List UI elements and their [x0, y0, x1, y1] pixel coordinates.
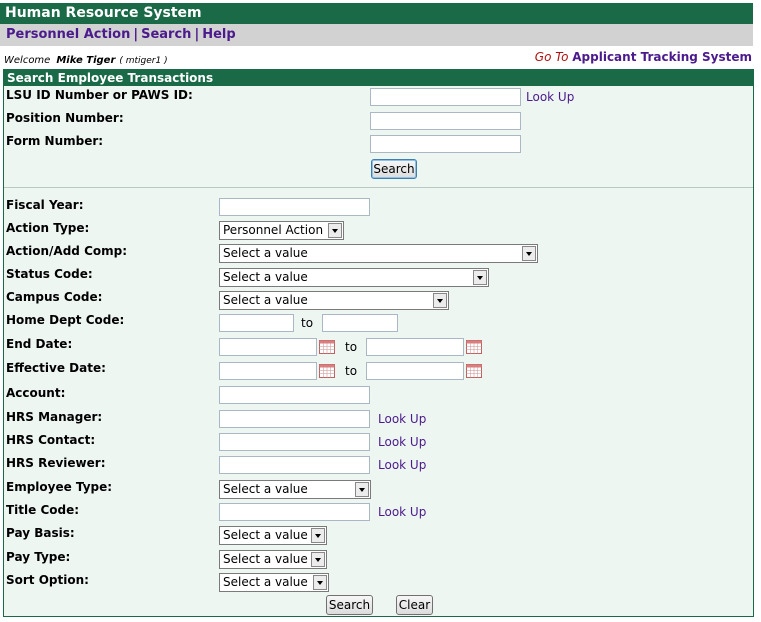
panel-title-bar: Search Employee Transactions: [4, 70, 753, 86]
form-number-label: Form Number:: [6, 134, 104, 148]
campus-code-label: Campus Code:: [6, 290, 103, 304]
end-date-from[interactable]: [219, 338, 317, 356]
position-number-input[interactable]: [370, 112, 521, 130]
status-code-select[interactable]: Select a value: [219, 268, 489, 287]
select-value: Select a value: [223, 270, 308, 284]
action-add-comp-select[interactable]: Select a value: [219, 244, 538, 263]
user-id: ( mtiger1 ): [119, 56, 168, 66]
account-label: Account:: [6, 386, 66, 400]
search-panel: Search Employee Transactions LSU ID Numb…: [3, 69, 754, 617]
section-divider: [4, 187, 753, 188]
calendar-icon[interactable]: [319, 340, 335, 354]
pay-basis-select[interactable]: Select a value: [219, 526, 327, 545]
end-date-to-label: to: [345, 340, 358, 354]
user-name: Mike Tiger: [56, 55, 116, 66]
welcome-label: Welcome: [4, 55, 51, 66]
nav-bar: Personnel Action | Search | Help: [0, 24, 753, 46]
nav-separator: |: [194, 27, 200, 42]
title-code-lookup-link[interactable]: Look Up: [378, 505, 426, 519]
action-type-value: Personnel Action: [223, 223, 324, 237]
nav-separator: |: [133, 27, 139, 42]
select-value: Select a value: [223, 552, 308, 566]
calendar-icon[interactable]: [466, 340, 482, 354]
action-add-comp-label: Action/Add Comp:: [6, 244, 128, 258]
fiscal-year-input[interactable]: [219, 198, 370, 216]
nav-search[interactable]: Search: [141, 27, 191, 42]
select-value: Select a value: [223, 293, 308, 307]
nav-help[interactable]: Help: [202, 27, 235, 42]
employee-type-label: Employee Type:: [6, 480, 113, 494]
chevron-down-icon: [433, 293, 447, 308]
chevron-down-icon: [311, 528, 325, 543]
calendar-icon[interactable]: [466, 364, 482, 378]
end-date-to[interactable]: [366, 338, 464, 356]
hrs-contact-label: HRS Contact:: [6, 433, 96, 447]
sort-option-select[interactable]: Select a value: [219, 573, 329, 592]
hrs-reviewer-label: HRS Reviewer:: [6, 456, 106, 470]
select-value: Select a value: [223, 528, 308, 542]
position-number-label: Position Number:: [6, 111, 124, 125]
chevron-down-icon: [522, 246, 536, 261]
search-button[interactable]: Search: [326, 595, 373, 615]
home-dept-code-label: Home Dept Code:: [6, 313, 125, 327]
status-code-label: Status Code:: [6, 267, 93, 281]
chevron-down-icon: [311, 552, 325, 567]
account-input[interactable]: [219, 386, 370, 404]
calendar-icon[interactable]: [319, 364, 335, 378]
lsu-id-lookup-link[interactable]: Look Up: [526, 90, 574, 104]
welcome-text: Welcome Mike Tiger( mtiger1 ): [4, 55, 168, 66]
chevron-down-icon: [313, 575, 327, 590]
end-date-label: End Date:: [6, 337, 73, 351]
lsu-id-input[interactable]: [370, 88, 521, 106]
action-type-select[interactable]: Personnel Action: [219, 221, 344, 240]
pay-basis-label: Pay Basis:: [6, 526, 75, 540]
hrs-contact-input[interactable]: [219, 433, 370, 451]
home-dept-to: to: [301, 316, 314, 330]
select-value: Select a value: [223, 246, 308, 260]
effective-date-from[interactable]: [219, 362, 317, 380]
select-value: Select a value: [223, 482, 308, 496]
applicant-tracking-link[interactable]: Applicant Tracking System: [572, 50, 752, 64]
hrs-contact-lookup-link[interactable]: Look Up: [378, 435, 426, 449]
hrs-manager-input[interactable]: [219, 410, 370, 428]
effective-date-label: Effective Date:: [6, 361, 106, 375]
clear-button[interactable]: Clear: [396, 595, 433, 615]
hrs-manager-lookup-link[interactable]: Look Up: [378, 412, 426, 426]
hrs-manager-label: HRS Manager:: [6, 410, 103, 424]
pay-type-select[interactable]: Select a value: [219, 550, 327, 569]
title-code-input[interactable]: [219, 503, 370, 521]
chevron-down-icon: [355, 482, 369, 497]
app-title-bar: Human Resource System: [0, 3, 753, 24]
goto-label: Go To: [534, 50, 569, 64]
action-type-label: Action Type:: [6, 221, 90, 235]
chevron-down-icon: [473, 270, 487, 285]
hrs-reviewer-lookup-link[interactable]: Look Up: [378, 458, 426, 472]
nav-personnel-action[interactable]: Personnel Action: [6, 27, 130, 42]
pay-type-label: Pay Type:: [6, 550, 71, 564]
fiscal-year-label: Fiscal Year:: [6, 198, 84, 212]
home-dept-code-from[interactable]: [219, 314, 294, 332]
lsu-id-label: LSU ID Number or PAWS ID:: [6, 88, 193, 102]
effective-date-to-label: to: [345, 364, 358, 378]
panel-title: Search Employee Transactions: [7, 71, 214, 85]
app-title: Human Resource System: [5, 5, 202, 21]
effective-date-to[interactable]: [366, 362, 464, 380]
sort-option-label: Sort Option:: [6, 573, 89, 587]
chevron-down-icon: [328, 223, 342, 238]
campus-code-select[interactable]: Select a value: [219, 291, 449, 310]
top-search-button[interactable]: Search: [371, 159, 417, 179]
goto-link-area: Go To Applicant Tracking System: [535, 50, 752, 64]
home-dept-code-to[interactable]: [322, 314, 398, 332]
hrs-reviewer-input[interactable]: [219, 456, 370, 474]
form-number-input[interactable]: [370, 135, 521, 153]
select-value: Select a value: [223, 575, 308, 589]
title-code-label: Title Code:: [6, 503, 80, 517]
employee-type-select[interactable]: Select a value: [219, 480, 371, 499]
